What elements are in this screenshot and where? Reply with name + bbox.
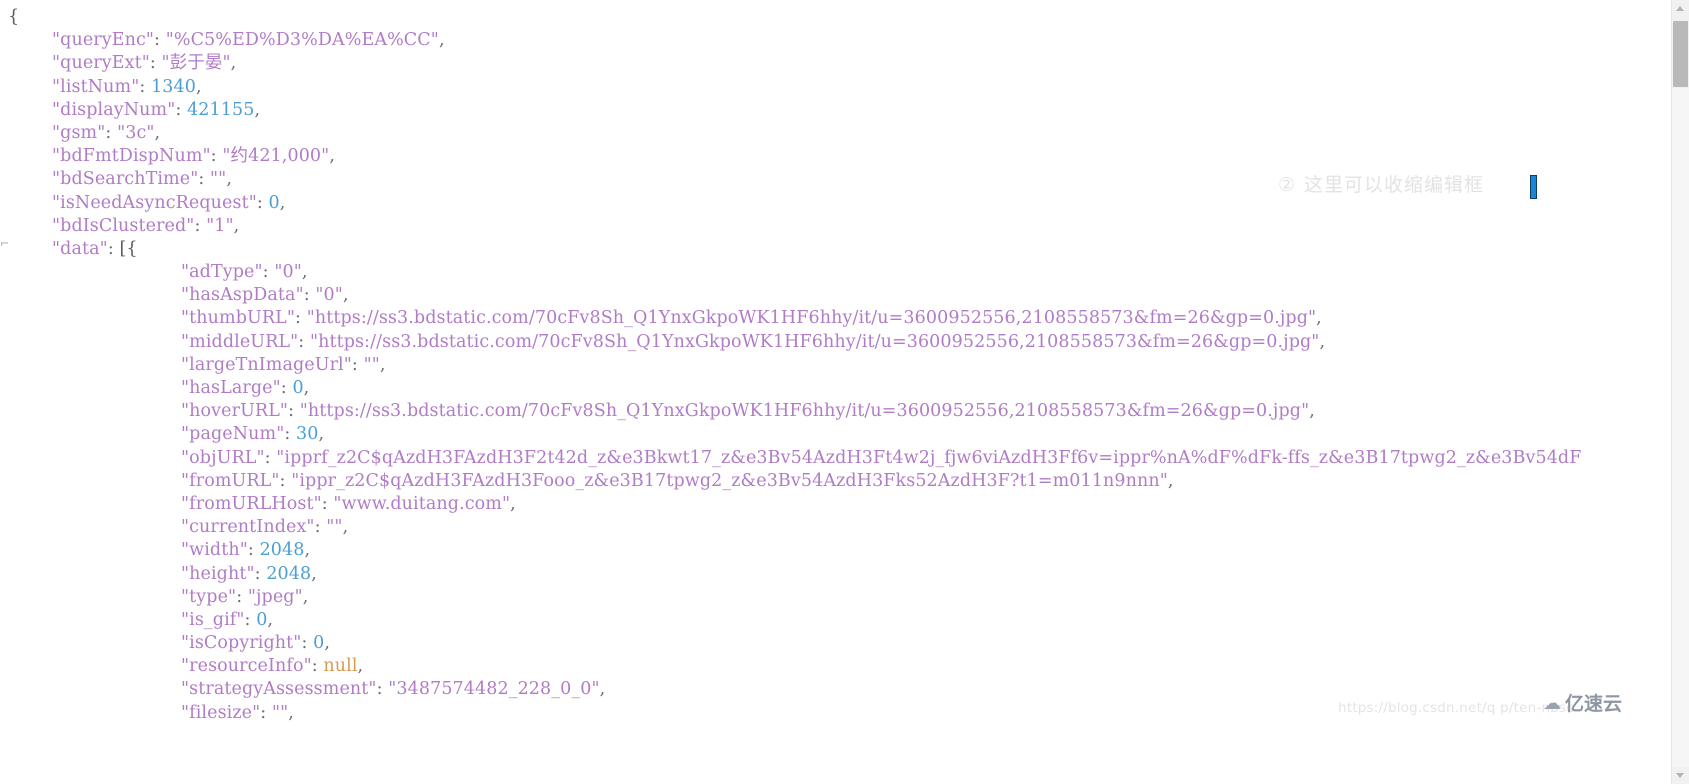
cloud-icon: ☁ [1543,693,1561,714]
code-line[interactable]: "type": "jpeg", [0,586,1689,609]
code-line[interactable]: "listNum": 1340, [0,76,1689,99]
vertical-scrollbar[interactable] [1671,0,1689,784]
code-line[interactable]: "fromURLHost": "www.duitang.com", [0,493,1689,516]
code-line[interactable]: "data": [{ [0,238,1689,261]
code-line[interactable]: "queryExt": "彭于晏", [0,52,1689,75]
scroll-up-arrow-icon[interactable] [1672,0,1689,17]
code-line[interactable]: "displayNum": 421155, [0,99,1689,122]
code-line[interactable]: "objURL": "ipprf_z2C$qAzdH3FAzdH3F2t42d_… [0,447,1689,470]
code-line[interactable]: "fromURL": "ippr_z2C$qAzdH3FAzdH3Fooo_z&… [0,470,1689,493]
watermark-brand: ☁ 亿速云 [1543,693,1623,715]
code-line[interactable]: "bdIsClustered": "1", [0,215,1689,238]
annotation-step-number: ② [1278,174,1297,196]
code-line[interactable]: "is_gif": 0, [0,609,1689,632]
code-line[interactable]: "resourceInfo": null, [0,655,1689,678]
code-line[interactable]: "hoverURL": "https://ss3.bdstatic.com/70… [0,400,1689,423]
annotation-text: 这里可以收缩编辑框 [1304,174,1485,196]
code-line[interactable]: "thumbURL": "https://ss3.bdstatic.com/70… [0,307,1689,330]
code-line[interactable]: "hasAspData": "0", [0,284,1689,307]
json-viewer-window: ⌐ {"queryEnc": "%C5%ED%D3%DA%EA%CC", "que… [0,0,1689,784]
code-line[interactable]: "height": 2048, [0,563,1689,586]
code-line[interactable]: "gsm": "3c", [0,122,1689,145]
watermark-brand-name: 亿速云 [1565,693,1623,715]
code-line[interactable]: { [0,6,1689,29]
code-line[interactable]: "hasLarge": 0, [0,377,1689,400]
text-caret [1530,175,1537,199]
code-line[interactable]: "middleURL": "https://ss3.bdstatic.com/7… [0,331,1689,354]
code-line[interactable]: "pageNum": 30, [0,423,1689,446]
code-line[interactable]: "isCopyright": 0, [0,632,1689,655]
scrollbar-thumb[interactable] [1673,21,1688,87]
code-line[interactable]: "queryEnc": "%C5%ED%D3%DA%EA%CC", [0,29,1689,52]
scrollbar-track[interactable] [1672,88,1689,767]
code-line[interactable]: "strategyAssessment": "3487574482_228_0_… [0,678,1689,701]
annotation-overlay: ② 这里可以收缩编辑框 [1278,172,1484,198]
code-line[interactable]: "largeTnImageUrl": "", [0,354,1689,377]
watermark-blog-url: https://blog.csdn.net/q p/ten-nbsc [1338,700,1574,716]
json-code-pane[interactable]: {"queryEnc": "%C5%ED%D3%DA%EA%CC", "query… [0,0,1689,784]
code-line[interactable]: "adType": "0", [0,261,1689,284]
code-line[interactable]: "width": 2048, [0,539,1689,562]
code-line[interactable]: "currentIndex": "", [0,516,1689,539]
scroll-down-arrow-icon[interactable] [1672,767,1689,784]
code-line[interactable]: "bdFmtDispNum": "约421,000", [0,145,1689,168]
